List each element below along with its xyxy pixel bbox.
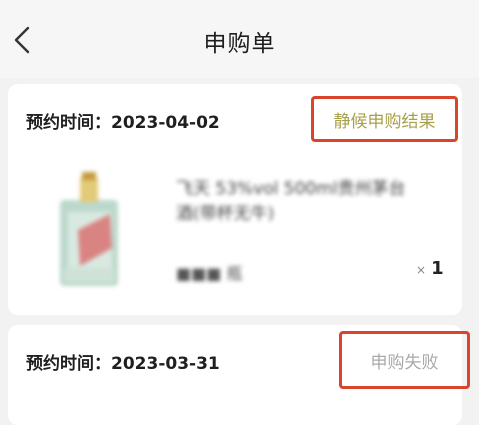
order-card[interactable]: 预约时间：2023-03-31 申购失败 — [8, 325, 470, 425]
order-card[interactable]: 预约时间：2023-04-02 静候申购结果 飞天 53%vol 500ml贵州… — [8, 84, 462, 315]
page-title: 申购单 — [203, 31, 276, 57]
reserve-time-label: 预约时间：2023-04-02 — [26, 113, 220, 133]
product-spec: ■■■ 瓶 — [176, 264, 243, 283]
quantity-prefix: × — [416, 263, 427, 277]
product-image — [50, 170, 128, 288]
order-status-badge[interactable]: 静候申购结果 — [311, 96, 458, 142]
product-quantity: × 1 — [416, 258, 444, 279]
quantity-value: 1 — [431, 258, 444, 279]
reserve-time-label: 预约时间：2023-03-31 — [26, 354, 220, 374]
nav-bar: 申购单 — [0, 0, 479, 78]
order-status-badge[interactable]: 申购失败 — [339, 331, 470, 389]
product-name: 飞天 53%vol 500ml贵州茅台酒(带杯无牛) — [176, 179, 406, 224]
